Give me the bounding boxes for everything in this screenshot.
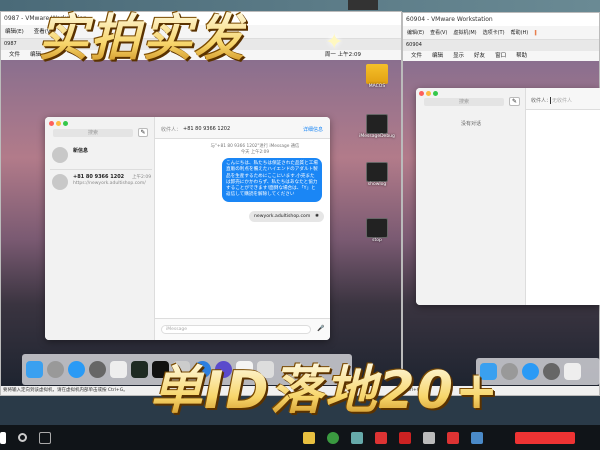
zoom-icon[interactable] (433, 91, 438, 96)
textedit-icon[interactable] (564, 363, 581, 380)
conversation-item[interactable]: 新信息 (50, 144, 152, 170)
zoom-icon[interactable] (63, 121, 68, 126)
details-link[interactable]: 详细信息 (303, 126, 323, 133)
chrome-icon[interactable] (327, 431, 339, 444)
menu-item[interactable]: 编辑(E) (5, 25, 24, 38)
search-input[interactable]: 搜索 (53, 129, 133, 137)
sparkle-icon: ✦ (325, 30, 344, 55)
minimize-icon[interactable] (426, 91, 431, 96)
close-icon[interactable] (49, 121, 54, 126)
system-preferences-icon[interactable] (543, 363, 560, 380)
minimize-icon[interactable] (56, 121, 61, 126)
desktop-icon-stop[interactable]: stop (352, 218, 402, 243)
menu-item[interactable]: 编辑(E) (407, 26, 424, 39)
vmware-icon[interactable] (471, 431, 483, 444)
mac-menu-item[interactable]: 编辑 (432, 51, 443, 61)
compose-icon[interactable]: ✎ (509, 97, 520, 106)
link-preview[interactable]: newyork.adultishop.com ✺ (249, 211, 324, 222)
message-input[interactable]: iMessage (161, 325, 311, 334)
menu-item[interactable]: 查看(V) (430, 26, 447, 39)
launchpad-icon[interactable] (47, 361, 64, 378)
message-input-area: iMessage 🎤 (155, 318, 330, 340)
overlay-title-top: 实拍实发 (38, 9, 246, 67)
compose-icon[interactable]: ✎ (138, 128, 148, 137)
apple-icon[interactable] (423, 431, 435, 444)
drive-icon (366, 64, 388, 84)
conversation-sidebar: 搜索 ✎ 新信息 +81 80 9366 1202 上午2:09 https:/… (45, 117, 155, 340)
launchpad-icon[interactable] (501, 363, 518, 380)
avatar (52, 147, 68, 163)
menu-item[interactable]: 选项卡(T) (483, 26, 505, 39)
mac-menu-item[interactable]: 帮助 (516, 51, 527, 61)
recipient-bar: 收件人： 无收件人 (526, 88, 600, 110)
desktop-icon-macos[interactable]: MACOS (352, 64, 402, 89)
wps-icon[interactable] (399, 431, 411, 444)
mac-menu-item[interactable]: 窗口 (495, 51, 506, 61)
close-icon[interactable] (419, 91, 424, 96)
microphone-icon[interactable]: 🎤 (317, 325, 324, 332)
pause-icon[interactable]: ‖ (534, 26, 537, 39)
recipient-input[interactable]: 无收件人 (550, 97, 572, 104)
menu-bar: 编辑(E) 查看(V) 虚拟机(M) 选项卡(T) 帮助(H) ‖ (403, 26, 599, 40)
finder-icon[interactable] (26, 361, 43, 378)
mac-menu-item[interactable]: 好友 (474, 51, 485, 61)
terminal-icon (366, 114, 388, 134)
input-method-icon[interactable] (515, 431, 575, 444)
empty-state: 没有对话 (460, 121, 481, 127)
search-input[interactable]: 搜索 (424, 98, 504, 106)
conversation-item[interactable]: +81 80 9366 1202 上午2:09 https://newyork.… (50, 172, 152, 198)
terminal-icon (366, 162, 388, 182)
vm-toolbar-mini[interactable] (348, 0, 378, 10)
app-icon[interactable] (351, 431, 363, 444)
textedit-icon[interactable] (110, 361, 127, 378)
app-icon[interactable] (375, 431, 387, 444)
search-icon[interactable] (18, 433, 27, 442)
terminal-icon (366, 218, 388, 238)
messages-window-right: 搜索 ✎ 没有对话 收件人： 无收件人 (416, 88, 600, 305)
window-title: 60904 - VMware Workstation (403, 13, 599, 26)
menu-item[interactable]: 虚拟机(M) (453, 26, 476, 39)
system-preferences-icon[interactable] (89, 361, 106, 378)
loading-spinner-icon: ✺ (315, 214, 319, 219)
mac-menu-item[interactable]: 显示 (453, 51, 464, 61)
message-bubble: こんにちは、私たちは保証された品質と工場直販の利点を備えたハイエンドのアダルト製… (222, 158, 322, 202)
overlay-title-bottom: 单ID落地20+ (150, 361, 501, 421)
desktop-icon-imessagedebug[interactable]: iMessageDebug (352, 114, 402, 139)
mac-menu-bar: 文件 编辑 显示 好友 窗口 帮助 (403, 51, 599, 61)
conversation-meta: 与"+81 80 9366 1202"进行 iMessage 通信 今天 上午2… (210, 144, 300, 155)
windows-taskbar (0, 425, 600, 450)
messages-icon[interactable] (522, 363, 539, 380)
conversation-sidebar: 搜索 ✎ 没有对话 (416, 88, 526, 305)
recipient[interactable]: +81 80 9366 1202 (183, 126, 230, 132)
menu-item[interactable]: 帮助(H) (511, 26, 529, 39)
file-explorer-icon[interactable] (303, 431, 315, 444)
recipient-bar: 收件人： +81 80 9366 1202 详细信息 (155, 117, 330, 139)
activity-monitor-icon[interactable] (131, 361, 148, 378)
app-icon[interactable] (447, 431, 459, 444)
messages-icon[interactable] (68, 361, 85, 378)
vm-tab[interactable]: 60904 (403, 40, 599, 51)
mac-menu-item[interactable]: 文件 (9, 50, 20, 60)
avatar (52, 174, 68, 190)
messages-window-left: 搜索 ✎ 新信息 +81 80 9366 1202 上午2:09 https:/… (45, 117, 330, 340)
mac-menu-item[interactable]: 文件 (411, 51, 422, 61)
task-view-icon[interactable] (39, 431, 51, 444)
start-icon[interactable] (0, 431, 6, 444)
desktop-icon-showlog[interactable]: showlog (352, 162, 402, 187)
